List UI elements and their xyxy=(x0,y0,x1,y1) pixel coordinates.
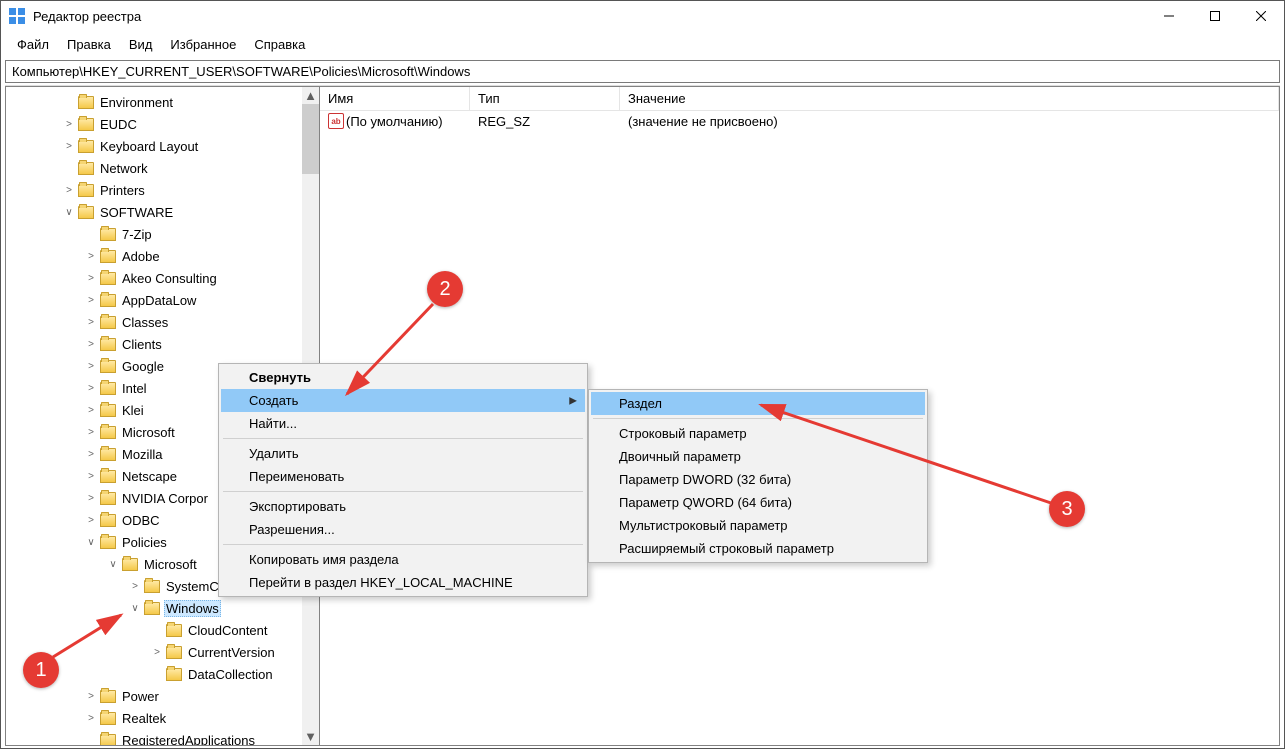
context-menu: Свернуть Создать▶ Найти... Удалить Переи… xyxy=(218,363,588,597)
tree-node-classes[interactable]: >Classes xyxy=(6,311,319,333)
value-name: (По умолчанию) xyxy=(346,114,443,129)
folder-icon xyxy=(100,470,116,483)
tree-node-realtek[interactable]: >Realtek xyxy=(6,707,319,729)
separator xyxy=(223,438,583,439)
folder-icon xyxy=(100,316,116,329)
tree-node-windows[interactable]: ∨Windows xyxy=(6,597,319,619)
callout-3: 3 xyxy=(1049,491,1085,527)
tree-node-clients[interactable]: >Clients xyxy=(6,333,319,355)
tree-node-akeo[interactable]: >Akeo Consulting xyxy=(6,267,319,289)
menu-view[interactable]: Вид xyxy=(121,35,161,54)
menu-file[interactable]: Файл xyxy=(9,35,57,54)
folder-icon xyxy=(100,712,116,725)
tree-node-adobe[interactable]: >Adobe xyxy=(6,245,319,267)
folder-icon xyxy=(100,514,116,527)
folder-icon xyxy=(122,558,138,571)
value-data: (значение не присвоено) xyxy=(624,114,782,129)
folder-icon xyxy=(100,294,116,307)
ctx-new-expandstring[interactable]: Расширяемый строковый параметр xyxy=(591,537,925,560)
col-name[interactable]: Имя xyxy=(320,87,470,110)
close-button[interactable] xyxy=(1238,1,1284,31)
titlebar: Редактор реестра xyxy=(1,1,1284,31)
folder-icon xyxy=(144,602,160,615)
folder-icon xyxy=(100,228,116,241)
tree-node-software[interactable]: ∨SOFTWARE xyxy=(6,201,319,223)
callout-2: 2 xyxy=(427,271,463,307)
list-header: Имя Тип Значение xyxy=(320,87,1279,111)
ctx-new-qword[interactable]: Параметр QWORD (64 бита) xyxy=(591,491,925,514)
scroll-thumb[interactable] xyxy=(302,104,319,174)
ctx-permissions[interactable]: Разрешения... xyxy=(221,518,585,541)
folder-icon xyxy=(100,272,116,285)
ctx-new-binary[interactable]: Двоичный параметр xyxy=(591,445,925,468)
folder-icon xyxy=(100,536,116,549)
separator xyxy=(593,418,923,419)
col-type[interactable]: Тип xyxy=(470,87,620,110)
maximize-button[interactable] xyxy=(1192,1,1238,31)
scroll-down-icon[interactable]: ▼ xyxy=(302,728,319,745)
tree-node-printers[interactable]: >Printers xyxy=(6,179,319,201)
window-title: Редактор реестра xyxy=(33,9,1146,24)
folder-icon xyxy=(166,624,182,637)
separator xyxy=(223,491,583,492)
tree-node-network[interactable]: Network xyxy=(6,157,319,179)
string-value-icon: ab xyxy=(328,113,344,129)
folder-icon xyxy=(78,140,94,153)
folder-icon xyxy=(100,426,116,439)
tree-node-keyboard[interactable]: >Keyboard Layout xyxy=(6,135,319,157)
folder-icon xyxy=(100,492,116,505)
folder-icon xyxy=(100,360,116,373)
separator xyxy=(223,544,583,545)
value-type: REG_SZ xyxy=(474,114,624,129)
ctx-new-dword[interactable]: Параметр DWORD (32 бита) xyxy=(591,468,925,491)
folder-icon xyxy=(166,668,182,681)
context-submenu-new: Раздел Строковый параметр Двоичный парам… xyxy=(588,389,928,563)
folder-icon xyxy=(100,404,116,417)
folder-icon xyxy=(78,162,94,175)
ctx-goto-hklm[interactable]: Перейти в раздел HKEY_LOCAL_MACHINE xyxy=(221,571,585,594)
regedit-icon xyxy=(9,8,25,24)
ctx-new-string[interactable]: Строковый параметр xyxy=(591,422,925,445)
ctx-copykeyname[interactable]: Копировать имя раздела xyxy=(221,548,585,571)
address-bar[interactable]: Компьютер\HKEY_CURRENT_USER\SOFTWARE\Pol… xyxy=(5,60,1280,83)
folder-icon xyxy=(100,734,116,747)
folder-icon xyxy=(166,646,182,659)
folder-icon xyxy=(100,250,116,263)
menu-help[interactable]: Справка xyxy=(246,35,313,54)
tree-node-power[interactable]: >Power xyxy=(6,685,319,707)
folder-icon xyxy=(144,580,160,593)
tree-node-appdata[interactable]: >AppDataLow xyxy=(6,289,319,311)
minimize-button[interactable] xyxy=(1146,1,1192,31)
menu-edit[interactable]: Правка xyxy=(59,35,119,54)
ctx-rename[interactable]: Переименовать xyxy=(221,465,585,488)
ctx-collapse[interactable]: Свернуть xyxy=(221,366,585,389)
folder-icon xyxy=(100,448,116,461)
folder-icon xyxy=(100,690,116,703)
list-row-default[interactable]: ab (По умолчанию) REG_SZ (значение не пр… xyxy=(320,111,1279,131)
folder-icon xyxy=(78,206,94,219)
menubar: Файл Правка Вид Избранное Справка xyxy=(1,31,1284,60)
ctx-delete[interactable]: Удалить xyxy=(221,442,585,465)
ctx-new-key[interactable]: Раздел xyxy=(591,392,925,415)
folder-icon xyxy=(78,184,94,197)
tree-node-cloudcontent[interactable]: CloudContent xyxy=(6,619,319,641)
ctx-find[interactable]: Найти... xyxy=(221,412,585,435)
tree-node-eudc[interactable]: >EUDC xyxy=(6,113,319,135)
tree-node-regapps[interactable]: RegisteredApplications xyxy=(6,729,319,746)
menu-favorites[interactable]: Избранное xyxy=(162,35,244,54)
tree-node-7zip[interactable]: 7-Zip xyxy=(6,223,319,245)
ctx-new[interactable]: Создать▶ xyxy=(221,389,585,412)
callout-1: 1 xyxy=(23,652,59,688)
folder-icon xyxy=(100,382,116,395)
folder-icon xyxy=(78,96,94,109)
folder-icon xyxy=(78,118,94,131)
col-value[interactable]: Значение xyxy=(620,87,1279,110)
tree-node-environment[interactable]: Environment xyxy=(6,91,319,113)
folder-icon xyxy=(100,338,116,351)
submenu-arrow-icon: ▶ xyxy=(569,395,577,406)
ctx-new-multistring[interactable]: Мультистроковый параметр xyxy=(591,514,925,537)
ctx-export[interactable]: Экспортировать xyxy=(221,495,585,518)
scroll-up-icon[interactable]: ▲ xyxy=(302,87,319,104)
